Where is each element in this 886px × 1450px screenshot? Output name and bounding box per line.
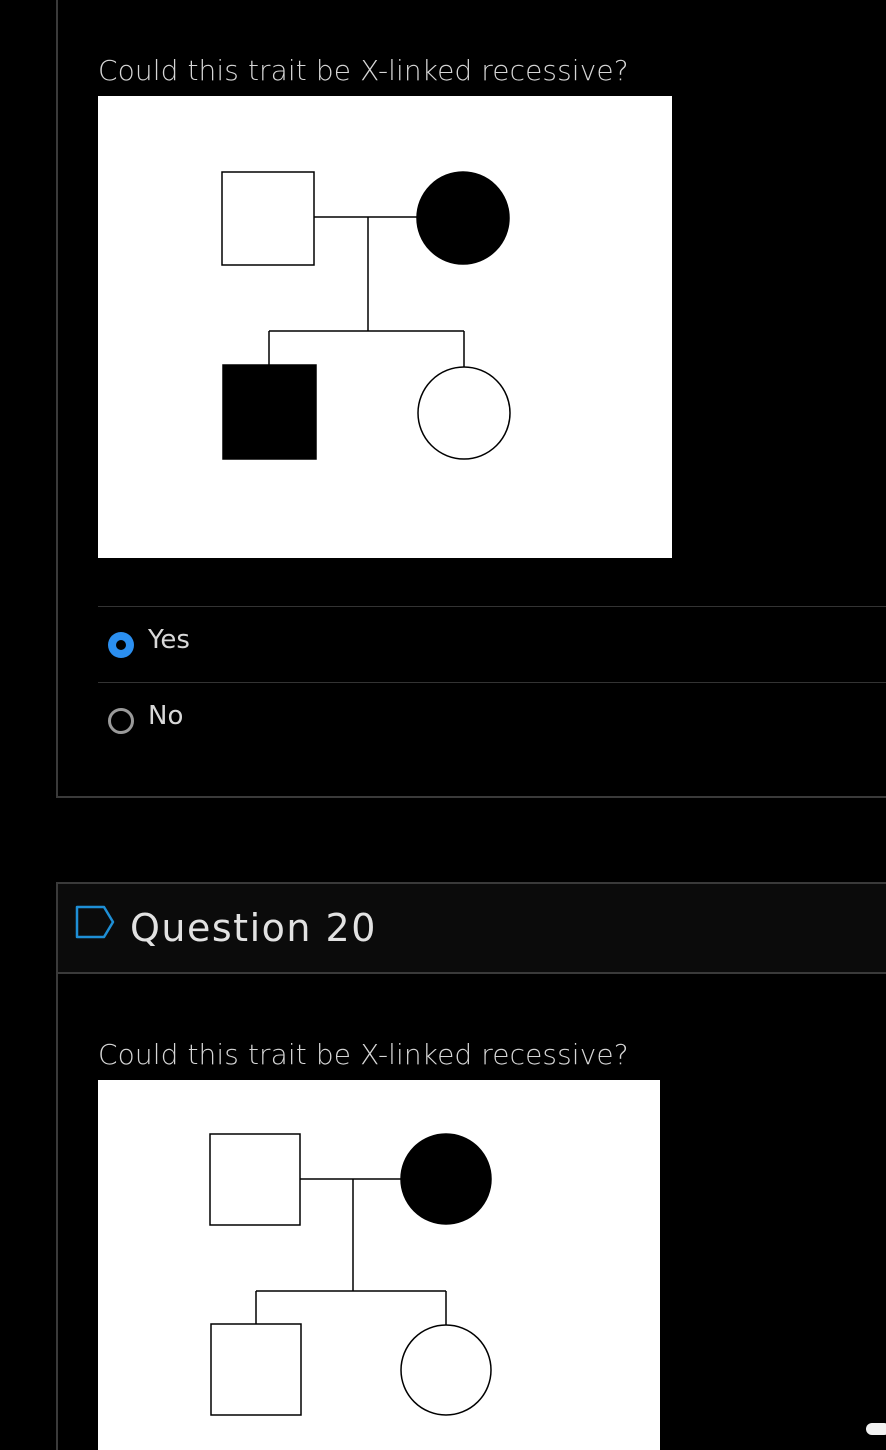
answer-label: Yes <box>148 625 190 655</box>
answer-option-yes[interactable]: Yes <box>98 606 886 682</box>
pedigree-figure-q19 <box>98 96 672 558</box>
mother-affected-female <box>400 1133 492 1225</box>
father-unaffected-male <box>221 171 315 266</box>
radio-unselected-icon[interactable] <box>108 708 134 734</box>
answer-option-no[interactable]: No <box>98 682 886 758</box>
flag-outline-icon[interactable] <box>74 904 118 940</box>
answer-label: No <box>148 701 184 731</box>
radio-selected-icon[interactable] <box>108 632 134 658</box>
quiz-page: Could this trait be X-linked recessive? … <box>0 0 886 1450</box>
daughter-unaffected-female <box>400 1324 492 1416</box>
son-unaffected-male <box>210 1323 302 1416</box>
scrollbar-handle[interactable] <box>866 1423 886 1435</box>
daughter-unaffected-female <box>417 366 511 460</box>
pedigree-figure-q20 <box>98 1080 660 1450</box>
father-unaffected-male <box>209 1133 301 1226</box>
question-20-prompt: Could this trait be X-linked recessive? <box>98 1038 629 1071</box>
question-19-prompt: Could this trait be X-linked recessive? <box>98 54 629 87</box>
mother-affected-female <box>416 171 510 265</box>
son-affected-male <box>222 364 317 460</box>
question-20-header: Question 20 <box>58 884 886 974</box>
question-20-title: Question 20 <box>130 906 377 950</box>
